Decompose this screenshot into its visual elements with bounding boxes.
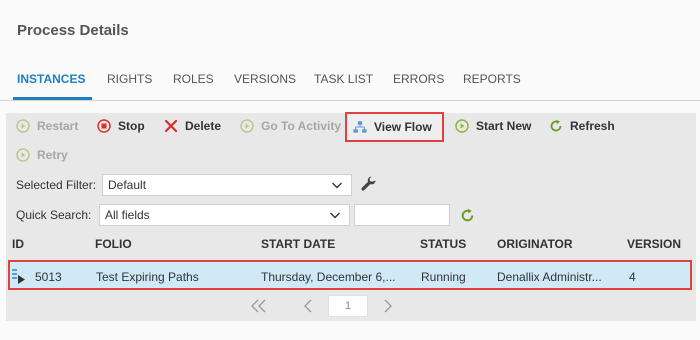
delete-label: Delete <box>185 119 222 133</box>
quick-search-field-value: All fields <box>105 208 150 222</box>
go-to-activity-label: Go To Activity <box>261 119 342 133</box>
selected-filter-label: Selected Filter: <box>16 178 97 192</box>
refresh-icon <box>549 119 563 133</box>
quick-search-input[interactable] <box>354 204 450 226</box>
selected-filter-dropdown[interactable]: Default <box>102 174 352 196</box>
tab-bar: INSTANCES RIGHTS ROLES VERSIONS TASK LIS… <box>0 64 700 101</box>
restart-label: Restart <box>37 119 79 133</box>
tab-instances[interactable]: INSTANCES <box>17 72 85 86</box>
column-header-status[interactable]: STATUS <box>420 237 466 251</box>
page-title: Process Details <box>17 22 129 39</box>
refresh-button[interactable]: Refresh <box>549 116 615 136</box>
chevron-left-icon[interactable] <box>300 297 316 315</box>
quick-search-field-dropdown[interactable]: All fields <box>99 204 350 226</box>
retry-button[interactable]: Retry <box>16 145 68 165</box>
stop-label: Stop <box>118 119 145 133</box>
quick-search-label: Quick Search: <box>16 208 92 222</box>
column-header-id[interactable]: ID <box>12 237 24 251</box>
selected-filter-value: Default <box>108 178 147 192</box>
active-tab-indicator <box>13 97 92 100</box>
current-page-input[interactable]: 1 <box>328 295 368 317</box>
chevron-down-icon <box>331 179 343 194</box>
stop-button[interactable]: Stop <box>97 116 145 136</box>
instances-panel: Restart Stop Delete Go To Activity View … <box>6 112 696 321</box>
cell-folio: Test Expiring Paths <box>96 270 199 284</box>
play-circle-icon <box>240 119 254 133</box>
view-flow-button[interactable]: View Flow <box>345 112 444 142</box>
cell-status: Running <box>421 270 466 284</box>
column-header-start-date[interactable]: START DATE <box>261 237 335 251</box>
cell-version: 4 <box>629 270 636 284</box>
cell-id: 5013 <box>35 270 62 284</box>
double-chevron-left-icon[interactable] <box>249 297 269 315</box>
tab-errors[interactable]: ERRORS <box>393 72 444 86</box>
retry-label: Retry <box>37 148 68 162</box>
play-circle-icon <box>16 148 30 162</box>
delete-button[interactable]: Delete <box>164 116 221 136</box>
chevron-down-icon <box>329 209 341 224</box>
cell-start-date: Thursday, December 6,... <box>261 270 396 284</box>
cell-originator: Denallix Administr... <box>497 270 602 284</box>
start-new-button[interactable]: Start New <box>455 116 531 136</box>
tab-versions[interactable]: VERSIONS <box>234 72 296 86</box>
chevron-right-icon[interactable] <box>380 297 396 315</box>
running-instance-icon <box>12 268 26 287</box>
tab-roles[interactable]: ROLES <box>173 72 214 86</box>
stop-circle-icon <box>97 119 111 133</box>
table-row[interactable]: 5013 Test Expiring Paths Thursday, Decem… <box>8 260 692 290</box>
go-to-activity-button[interactable]: Go To Activity <box>240 116 341 136</box>
refresh-icon[interactable] <box>458 206 476 224</box>
tab-rights[interactable]: RIGHTS <box>107 72 152 86</box>
restart-button[interactable]: Restart <box>16 116 78 136</box>
refresh-label: Refresh <box>570 119 615 133</box>
play-circle-icon <box>16 119 30 133</box>
x-icon <box>164 119 178 133</box>
column-header-version[interactable]: VERSION <box>627 237 681 251</box>
view-flow-label: View Flow <box>374 120 432 134</box>
column-header-originator[interactable]: ORIGINATOR <box>497 237 573 251</box>
tab-task-list[interactable]: TASK LIST <box>314 72 373 86</box>
flow-diagram-icon <box>353 120 367 134</box>
start-new-label: Start New <box>476 119 532 133</box>
play-circle-icon <box>455 119 469 133</box>
wrench-icon[interactable] <box>360 175 378 193</box>
column-header-folio[interactable]: FOLIO <box>95 237 132 251</box>
tab-reports[interactable]: REPORTS <box>463 72 521 86</box>
